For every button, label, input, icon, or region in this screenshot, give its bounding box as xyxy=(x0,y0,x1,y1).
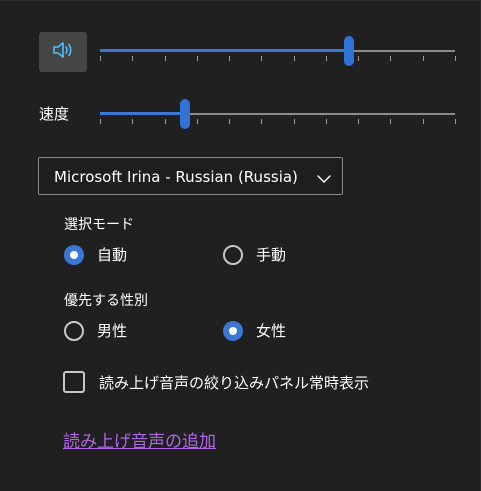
radio-auto[interactable]: 自動 xyxy=(64,244,127,265)
slider-tick xyxy=(455,56,456,61)
checkbox-box xyxy=(63,371,85,393)
radio-manual-label: 手動 xyxy=(256,246,287,264)
slider-tick xyxy=(422,119,424,124)
volume-slider[interactable] xyxy=(100,36,456,66)
radio-male[interactable]: 男性 xyxy=(64,320,127,341)
voice-dropdown[interactable]: Microsoft Irina - Russian (Russia) xyxy=(38,157,343,195)
slider-tick xyxy=(229,56,231,61)
radio-male-circle xyxy=(64,320,84,341)
radio-manual-circle xyxy=(223,244,243,265)
slider-tick xyxy=(100,56,101,61)
always-show-filter-checkbox[interactable]: 読み上げ音声の絞り込みパネル常時表示 xyxy=(63,371,369,393)
slider-tick xyxy=(100,119,101,124)
slider-tick xyxy=(261,119,263,124)
preferred-gender-title: 優先する性別 xyxy=(64,293,148,309)
radio-male-label: 男性 xyxy=(97,322,128,340)
slider-tick xyxy=(358,56,360,61)
top-divider xyxy=(0,0,481,1)
speed-slider-ticks xyxy=(100,119,456,125)
slider-tick xyxy=(293,56,295,61)
read-aloud-voice-settings-panel: 速度 Microsoft Irina - Russian (Russia) 選択… xyxy=(0,0,481,491)
voice-dropdown-value: Microsoft Irina - Russian (Russia) xyxy=(54,168,298,186)
slider-tick xyxy=(358,119,360,124)
radio-manual[interactable]: 手動 xyxy=(223,244,286,265)
slider-tick xyxy=(325,119,327,124)
volume-button[interactable] xyxy=(39,32,87,72)
slider-tick xyxy=(164,119,166,124)
radio-auto-circle xyxy=(64,244,84,265)
speed-slider[interactable] xyxy=(100,99,456,129)
slider-tick xyxy=(196,119,198,124)
radio-female-circle xyxy=(223,320,243,341)
volume-slider-ticks xyxy=(100,56,456,62)
slider-tick xyxy=(164,56,166,61)
slider-tick xyxy=(390,119,392,124)
slider-tick xyxy=(229,119,231,124)
slider-tick xyxy=(132,56,134,61)
volume-slider-thumb[interactable] xyxy=(343,36,354,66)
slider-tick xyxy=(422,56,424,61)
slider-tick xyxy=(132,119,134,124)
speaker-volume-icon xyxy=(51,40,75,64)
speed-label: 速度 xyxy=(39,105,70,123)
slider-tick xyxy=(455,119,456,124)
speed-slider-thumb[interactable] xyxy=(180,99,191,129)
slider-tick xyxy=(390,56,392,61)
selection-mode-title: 選択モード xyxy=(64,217,134,233)
speed-slider-fill xyxy=(100,112,186,115)
volume-slider-fill xyxy=(100,49,349,52)
radio-female-label: 女性 xyxy=(256,322,287,340)
radio-auto-label: 自動 xyxy=(97,246,128,264)
always-show-filter-label: 読み上げ音声の絞り込みパネル常時表示 xyxy=(99,373,370,392)
slider-tick xyxy=(325,56,327,61)
slider-tick xyxy=(196,56,198,61)
add-voice-link[interactable]: 読み上げ音声の追加 xyxy=(63,427,216,452)
slider-tick xyxy=(293,119,295,124)
slider-tick xyxy=(261,56,263,61)
chevron-down-icon xyxy=(316,170,332,189)
radio-female[interactable]: 女性 xyxy=(223,320,286,341)
